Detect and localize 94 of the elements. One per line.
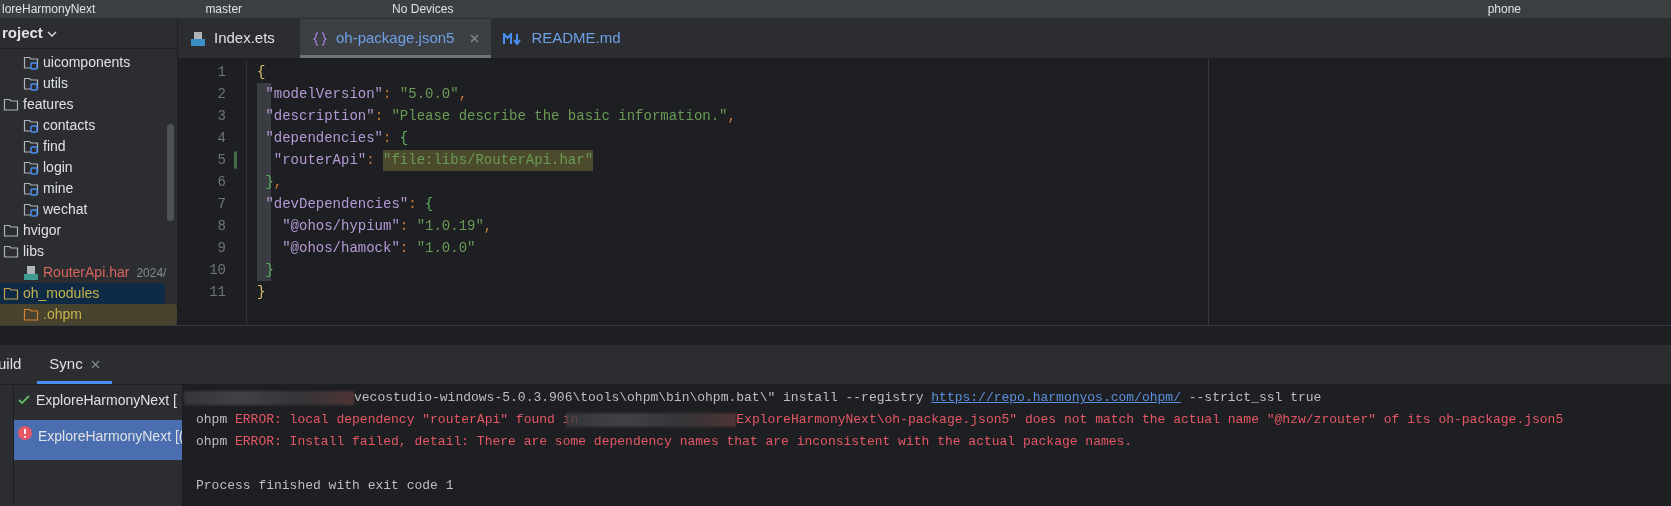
code-token: }	[257, 282, 266, 302]
scrollbar-thumb[interactable]	[167, 124, 174, 221]
tree-item[interactable]: libs	[0, 241, 177, 262]
tool-tab[interactable]: Sync	[37, 345, 112, 384]
code-token: :	[399, 238, 410, 258]
code-token: {	[399, 128, 409, 148]
line-number: 5	[217, 150, 226, 170]
console-text: ohpm	[196, 411, 229, 430]
file-icon	[190, 30, 206, 47]
code-token: :	[383, 128, 393, 148]
device-selector[interactable]: No Devices	[392, 3, 454, 15]
editor-tab[interactable]: README.md	[491, 19, 633, 58]
error-text: ERROR: Install failed, detail: There are some dependency names that are inconsistent with the actual package names.	[235, 433, 1133, 452]
editor-tab[interactable]: oh-package.json5	[300, 19, 492, 58]
tree-item[interactable]: uicomponents	[0, 52, 177, 73]
project-name[interactable]: loreHarmonyNext	[2, 3, 96, 15]
code-token: "file:libs/RouterApi.har"	[383, 149, 594, 171]
code-token: {	[257, 62, 266, 82]
code-token: "routerApi"	[272, 150, 367, 170]
line-number: 4	[217, 128, 226, 148]
tree-item[interactable]: oh_modules	[0, 283, 165, 304]
code-token: "devDependencies"	[264, 194, 409, 214]
archive-file-icon	[23, 264, 39, 281]
code-token: "modelVersion"	[264, 84, 384, 104]
code-token: :	[399, 216, 410, 236]
console-text: Process finished with exit code 1	[196, 477, 454, 496]
line-number: 7	[217, 194, 226, 214]
tree-item[interactable]: .ohpm	[0, 304, 177, 325]
folder-icon	[3, 244, 19, 259]
checkmark-icon	[18, 394, 30, 406]
error-icon	[18, 426, 32, 440]
code-token: "dependencies"	[264, 128, 384, 148]
code-token: :	[383, 84, 393, 104]
code-token: "description"	[264, 106, 375, 126]
tree-item[interactable]: utils	[0, 73, 177, 94]
code-token: ,	[458, 84, 468, 104]
sync-result-item[interactable]: ExploreHarmonyNext [	[14, 389, 182, 411]
line-number: 11	[209, 282, 226, 302]
tree-item[interactable]: contacts	[0, 115, 177, 136]
line-number: 9	[217, 238, 226, 258]
code-token: :	[408, 194, 418, 214]
target-selector[interactable]: phone	[1487, 3, 1521, 15]
module-folder-icon	[23, 202, 39, 217]
folder-icon	[3, 286, 19, 301]
close-icon[interactable]	[470, 34, 480, 43]
markdown-icon	[503, 32, 524, 45]
code-token: }	[264, 172, 274, 192]
code-token: {	[425, 194, 434, 214]
file-date: 2024/	[136, 264, 167, 282]
module-folder-icon	[23, 160, 39, 175]
error-text: ExploreHarmonyNext\oh-package.json5" does not match the actual name "@hzw/zrouter" of its oh-package.json5	[736, 411, 1564, 430]
line-number: 10	[209, 260, 226, 280]
line-number: 6	[217, 172, 226, 192]
line-number: 1	[217, 62, 226, 82]
code-token: "@ohos/hypium"	[281, 216, 400, 236]
code-token: "1.0.19"	[416, 216, 484, 236]
chevron-down-icon	[46, 30, 57, 37]
module-folder-icon	[23, 139, 39, 154]
folder-icon	[3, 97, 19, 112]
module-folder-icon	[23, 118, 39, 133]
project-view-selector[interactable]: roject	[2, 22, 57, 45]
tree-item[interactable]: RouterApi.har 2024/	[0, 262, 177, 283]
tree-item[interactable]: wechat	[0, 199, 177, 220]
code-token: "1.0.0"	[416, 238, 476, 258]
branch-label[interactable]: master	[205, 3, 243, 15]
code-token: }	[264, 260, 274, 280]
code-token: ,	[727, 106, 736, 126]
code-token: ,	[483, 216, 493, 236]
tree-item[interactable]: mine	[0, 178, 177, 199]
code-token: "5.0.0"	[399, 84, 459, 104]
folder-icon	[3, 223, 19, 238]
module-folder-icon	[23, 55, 39, 70]
tree-item[interactable]: login	[0, 157, 177, 178]
tree-item[interactable]: features	[0, 94, 177, 115]
line-number: 3	[217, 106, 226, 126]
line-number: 8	[217, 216, 226, 236]
code-token: ,	[273, 172, 283, 192]
registry-link[interactable]: https://repo.harmonyos.com/ohpm/	[931, 388, 1181, 408]
line-number: 2	[217, 84, 226, 104]
code-token: :	[374, 106, 385, 126]
tree-item[interactable]: find	[0, 136, 177, 157]
console-text: --strict_ssl true	[1187, 389, 1322, 408]
console-text: vecostudio-windows-5.0.3.906\tools\ohpm\bin\ohpm.bat\" install --registry	[354, 389, 925, 408]
code-token: :	[366, 150, 376, 170]
close-icon[interactable]	[90, 360, 100, 369]
console-text: ohpm	[196, 433, 229, 452]
braces-icon	[312, 30, 328, 47]
editor-tab[interactable]: Index.ets	[178, 19, 300, 58]
module-folder-icon	[23, 76, 39, 91]
module-folder-icon	[23, 181, 39, 196]
code-token: "@ohos/hamock"	[281, 238, 400, 258]
code-token: "Please describe the basic information."	[391, 106, 728, 126]
tree-item[interactable]: hvigor	[0, 220, 177, 241]
folder-icon	[23, 307, 39, 322]
